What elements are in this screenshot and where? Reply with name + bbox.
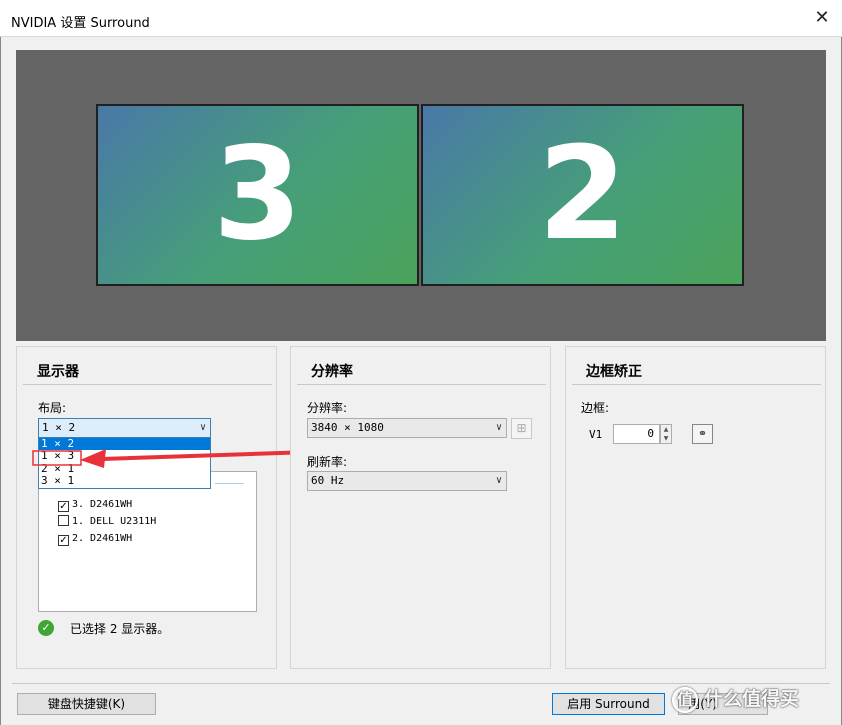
checkbox-icon[interactable]	[58, 515, 69, 526]
checkbox-icon[interactable]: ✓	[58, 535, 69, 546]
resolution-panel: 分辨率	[290, 346, 551, 669]
monitor-row-label: 1. DELL U2311H	[72, 516, 157, 527]
listbox-divider	[215, 483, 244, 484]
refresh-combo[interactable]: 60 Hz ∨	[307, 471, 507, 491]
monitor-row-label: 3. D2461WH	[72, 499, 133, 510]
bezel-label: 边框:	[581, 401, 610, 415]
refresh-combo-value: 60 Hz	[311, 474, 345, 487]
resolution-combo-value: 3840 × 1080	[311, 421, 384, 434]
enable-surround-button[interactable]: 启用 Surround	[552, 693, 665, 715]
layout-combo[interactable]: 1 × 2 ∨	[38, 418, 211, 438]
resolution-label: 分辨率:	[307, 401, 348, 415]
layout-combo-value: 1 × 2	[42, 421, 76, 434]
displays-panel-divider	[23, 384, 272, 385]
chain-link-icon[interactable]: ⚭	[692, 424, 713, 444]
layout-option[interactable]: 3 × 1	[39, 474, 210, 487]
monitor-listbox[interactable]: ✓ 3. D2461WH 1. DELL U2311H ✓ 2. D2461WH	[38, 471, 257, 612]
close-icon[interactable]: ✕	[812, 8, 832, 28]
monitor-row-3[interactable]: ✓ 3. D2461WH	[58, 498, 132, 512]
displays-panel-title: 显示器	[37, 364, 79, 380]
v1-spin-input[interactable]: 0	[613, 424, 660, 444]
watermark-badge: 值	[672, 686, 698, 713]
refresh-label: 刷新率:	[307, 455, 348, 469]
monitor-tile-3[interactable]: 3	[96, 104, 419, 286]
monitor-row-label: 2. D2461WH	[72, 533, 133, 544]
monitor-tile-2[interactable]: 2	[421, 104, 744, 286]
chevron-down-icon: ∨	[199, 422, 206, 433]
window-title: NVIDIA 设置 Surround	[11, 16, 150, 31]
checkmark-circle-icon: ✓	[38, 620, 54, 636]
chevron-down-icon: ∨	[495, 422, 502, 433]
monitor-row-2[interactable]: ✓ 2. D2461WH	[58, 532, 132, 546]
bezel-panel-title: 边框矫正	[586, 364, 642, 380]
spinner-arrows-icon[interactable]: ▲ ▼	[660, 424, 672, 444]
layout-label: 布局:	[38, 401, 67, 415]
monitor-row-1[interactable]: 1. DELL U2311H	[58, 515, 156, 529]
watermark: 值什么值得买	[672, 684, 837, 714]
resolution-panel-title: 分辨率	[311, 364, 353, 380]
surround-preview: 3 2	[16, 50, 826, 341]
v1-label: V1	[589, 428, 603, 441]
watermark-text: 什么值得买	[704, 688, 800, 710]
chevron-down-icon: ∨	[495, 475, 502, 486]
bezel-panel-divider	[572, 384, 821, 385]
title-bar: NVIDIA 设置 Surround ✕	[0, 0, 842, 37]
selection-status: 已选择 2 显示器。	[70, 622, 170, 636]
checkbox-icon[interactable]: ✓	[58, 501, 69, 512]
resolution-combo[interactable]: 3840 × 1080 ∨	[307, 418, 507, 438]
bezel-panel: 边框矫正	[565, 346, 826, 669]
resolution-panel-divider	[297, 384, 546, 385]
resolution-options-icon[interactable]: ⊞	[511, 418, 532, 439]
keyboard-shortcuts-button[interactable]: 键盘快捷键(K)	[17, 693, 156, 715]
